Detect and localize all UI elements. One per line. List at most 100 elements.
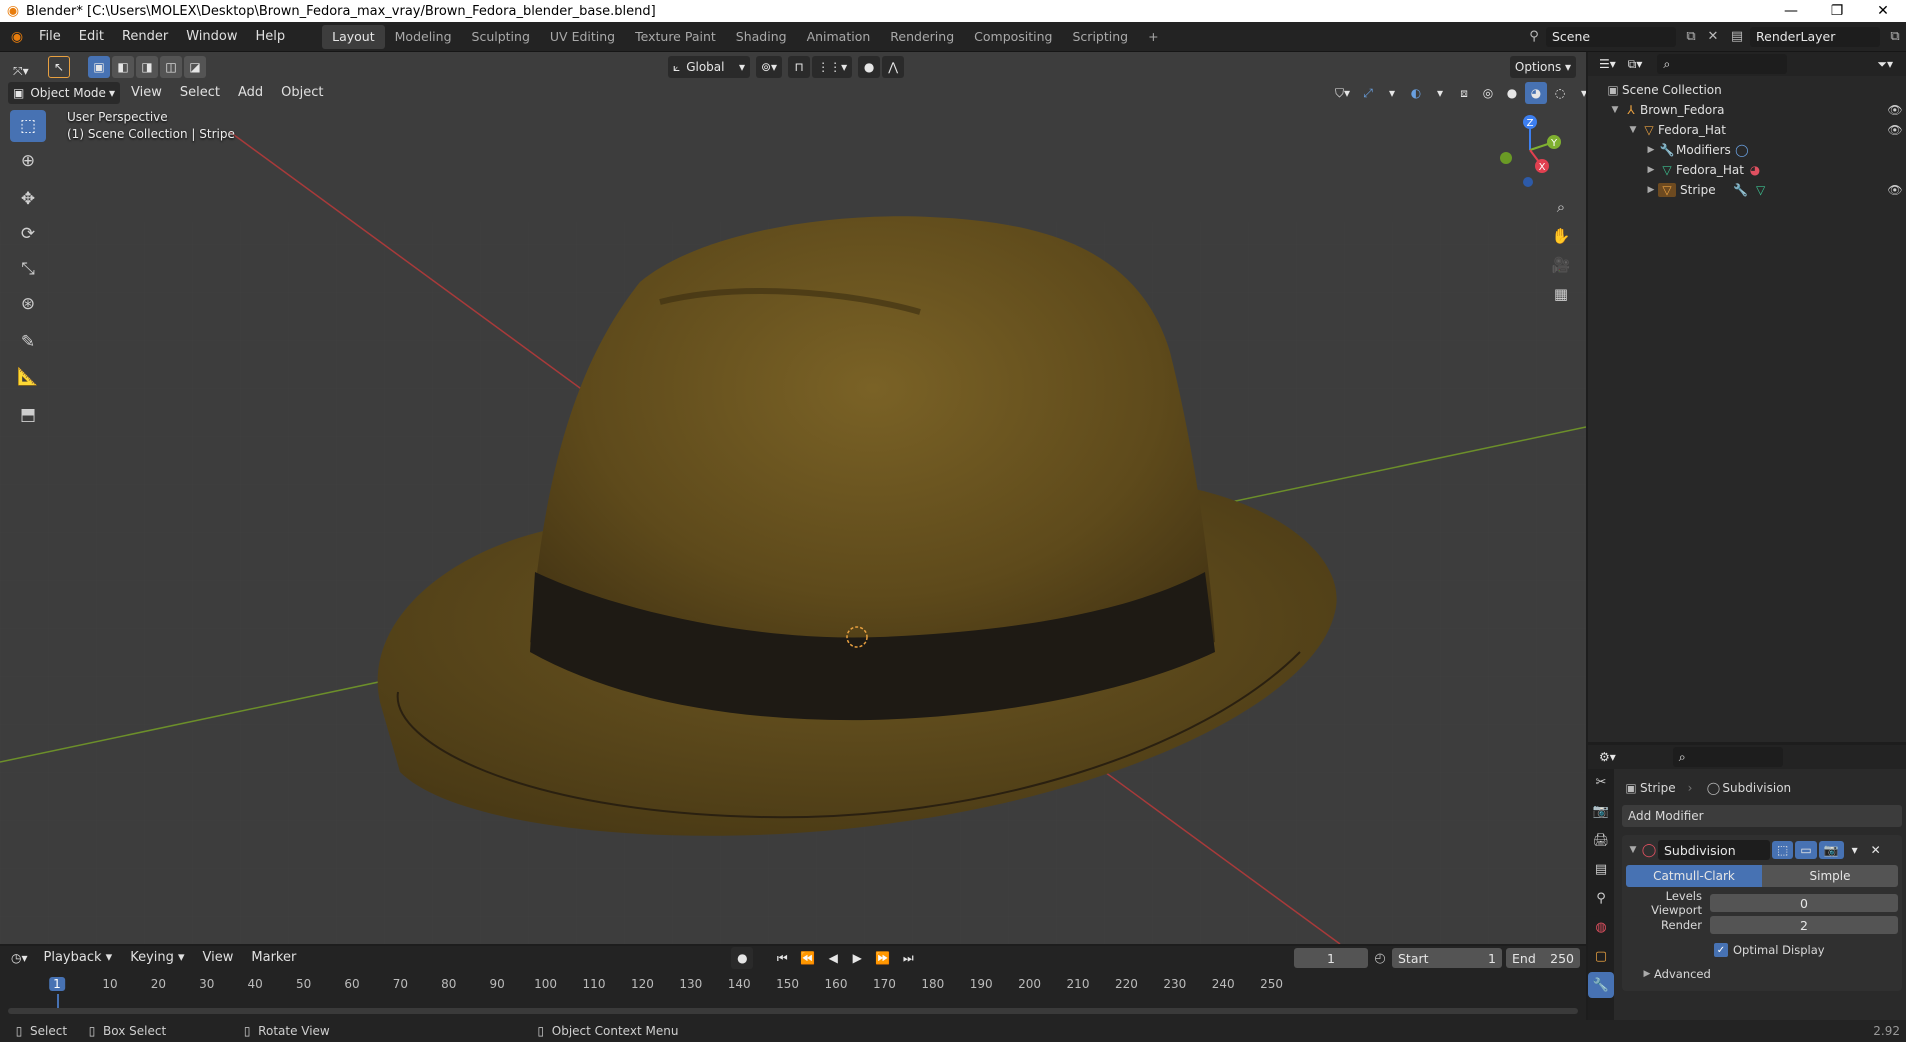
- outliner-row-scene-collection[interactable]: ▣ Scene Collection: [1604, 80, 1906, 100]
- move-tool-icon[interactable]: ✥: [10, 183, 46, 215]
- expand-arrow-icon[interactable]: ▶: [1644, 185, 1658, 195]
- properties-editor-icon[interactable]: ⚙▾: [1594, 746, 1621, 768]
- outliner-row-fedora-hat[interactable]: ▼ ▽ Fedora_Hat 👁: [1604, 120, 1906, 140]
- tab-texture-paint[interactable]: Texture Paint: [625, 25, 726, 49]
- xray-icon[interactable]: ⧈: [1453, 82, 1475, 104]
- outliner-row-brown-fedora[interactable]: ▼ ⅄ Brown_Fedora 👁: [1604, 100, 1906, 120]
- advanced-subpanel[interactable]: ▶ Advanced: [1626, 963, 1898, 985]
- render-layer-icon[interactable]: ▤: [1724, 29, 1750, 44]
- eye-icon[interactable]: 👁: [1884, 103, 1906, 117]
- close-button[interactable]: ✕: [1860, 3, 1906, 19]
- timeline-scrollbar[interactable]: [8, 1008, 1578, 1014]
- collapse-arrow-icon[interactable]: ▼: [1626, 845, 1640, 855]
- menu-help[interactable]: Help: [247, 22, 295, 52]
- expand-arrow-icon[interactable]: ▶: [1644, 165, 1658, 175]
- render-toggle-icon[interactable]: 📷: [1818, 841, 1844, 859]
- camera-view-icon[interactable]: 🎥: [1548, 252, 1574, 278]
- eye-icon[interactable]: 👁: [1884, 183, 1906, 197]
- scene-name-field[interactable]: Scene: [1546, 26, 1676, 47]
- view-layer-tab-icon[interactable]: ▤: [1588, 856, 1614, 882]
- annotate-tool-icon[interactable]: ✎: [10, 326, 46, 358]
- tool-tab-icon[interactable]: ✂: [1588, 769, 1614, 795]
- add-cube-tool-icon[interactable]: ⬒: [10, 399, 46, 431]
- menu-playback[interactable]: Playback ▾: [35, 946, 122, 970]
- expand-arrow-icon[interactable]: ▶: [1644, 145, 1658, 155]
- outliner-row-stripe[interactable]: ▶ ▽ Stripe 🔧 ▽ 👁: [1604, 180, 1906, 200]
- current-frame-field[interactable]: 1: [1294, 948, 1368, 968]
- select-box-tool-icon[interactable]: ⬚: [10, 110, 46, 142]
- remove-modifier-icon[interactable]: ✕: [1866, 841, 1886, 859]
- simple-button[interactable]: Simple: [1762, 865, 1898, 887]
- new-scene-icon[interactable]: ⧉: [1680, 29, 1702, 44]
- editmode-toggle-icon[interactable]: ⬚: [1772, 841, 1794, 859]
- tab-uv-editing[interactable]: UV Editing: [540, 25, 625, 49]
- tab-sculpting[interactable]: Sculpting: [462, 25, 540, 49]
- levels-viewport-field[interactable]: 0: [1710, 894, 1898, 912]
- render-layer-field[interactable]: RenderLayer: [1750, 26, 1880, 47]
- jump-start-icon[interactable]: ⏮: [771, 947, 793, 969]
- scale-tool-icon[interactable]: ⤡: [10, 253, 46, 285]
- modifier-tab-icon[interactable]: 🔧: [1588, 972, 1614, 998]
- eye-icon[interactable]: 👁: [1884, 123, 1906, 137]
- pan-hand-icon[interactable]: ✋: [1548, 223, 1574, 249]
- select-extend-icon[interactable]: ◧: [112, 56, 135, 78]
- display-mode-icon[interactable]: ⧉▾: [1623, 53, 1648, 75]
- minimize-button[interactable]: —: [1768, 3, 1814, 19]
- tab-compositing[interactable]: Compositing: [964, 25, 1062, 49]
- autokey-record-icon[interactable]: ●: [731, 947, 754, 969]
- editor-type-icon[interactable]: ⤧▾: [8, 60, 34, 82]
- stopwatch-icon[interactable]: ◴: [1368, 951, 1392, 966]
- menu-select[interactable]: Select: [171, 82, 229, 104]
- select-new-icon[interactable]: ▣: [88, 56, 111, 78]
- render-levels-field[interactable]: 2: [1710, 916, 1898, 934]
- menu-view[interactable]: View: [122, 82, 171, 104]
- outliner-row-modifiers[interactable]: ▶ 🔧 Modifiers ◯: [1604, 140, 1906, 160]
- optimal-display-checkbox[interactable]: ✓: [1714, 943, 1728, 957]
- select-subtract-icon[interactable]: ◨: [136, 56, 159, 78]
- menu-window[interactable]: Window: [177, 22, 246, 52]
- gizmo-toggle-icon[interactable]: ⤢: [1357, 82, 1379, 104]
- jump-end-icon[interactable]: ⏭: [897, 947, 919, 969]
- outliner-editor-icon[interactable]: ☰▾: [1594, 53, 1621, 75]
- render-tab-icon[interactable]: 📷: [1588, 798, 1614, 824]
- snap-target-icon[interactable]: ⋮⋮▾: [812, 56, 853, 78]
- options-dropdown[interactable]: Options ▾: [1510, 56, 1576, 78]
- tweak-select-icon[interactable]: ↖: [48, 56, 71, 78]
- properties-search-input[interactable]: ⌕: [1672, 747, 1783, 767]
- start-frame-field[interactable]: Start 1: [1392, 948, 1502, 968]
- navigation-gizmo[interactable]: Z Y X: [1490, 110, 1570, 190]
- 3d-viewport[interactable]: ⤧▾ ↖ ▣ ◧ ◨ ◫ ◪ ⟀ Global ▾ ⊚▾ ⊓ ⋮⋮▾ ● ⋀ O…: [0, 52, 1586, 944]
- orientation-dropdown[interactable]: ⟀ Global ▾: [668, 56, 750, 78]
- next-keyframe-icon[interactable]: ⏩: [870, 947, 895, 969]
- scene-icon[interactable]: ⚲: [1522, 29, 1546, 44]
- rotate-tool-icon[interactable]: ⟳: [10, 218, 46, 250]
- modifier-menu-icon[interactable]: ▾: [1846, 841, 1864, 859]
- select-invert-icon[interactable]: ◫: [160, 56, 183, 78]
- material-shading-icon[interactable]: ◕: [1525, 82, 1548, 104]
- world-tab-icon[interactable]: ◍: [1588, 914, 1614, 940]
- tab-modeling[interactable]: Modeling: [385, 25, 462, 49]
- menu-object[interactable]: Object: [272, 82, 332, 104]
- modifier-name-field[interactable]: Subdivision: [1658, 840, 1770, 860]
- filter-icon[interactable]: ⏷▾: [1872, 53, 1898, 75]
- menu-render[interactable]: Render: [113, 22, 177, 52]
- gizmo-dropdown-icon[interactable]: ▾: [1381, 82, 1403, 104]
- measure-tool-icon[interactable]: 📐: [10, 361, 46, 393]
- overlay-dropdown-icon[interactable]: ▾: [1429, 82, 1451, 104]
- outliner-row-fedora-hat-mesh[interactable]: ▶ ▽ Fedora_Hat ◕: [1604, 160, 1906, 180]
- catmull-clark-button[interactable]: Catmull-Clark: [1626, 865, 1762, 887]
- expand-arrow-icon[interactable]: ▼: [1626, 125, 1640, 135]
- select-intersect-icon[interactable]: ◪: [184, 56, 207, 78]
- overlay-toggle-icon[interactable]: ◐: [1405, 82, 1427, 104]
- object-tab-icon[interactable]: ▢: [1588, 943, 1614, 969]
- menu-marker[interactable]: Marker: [242, 946, 305, 970]
- add-modifier-dropdown[interactable]: Add Modifier: [1622, 805, 1902, 827]
- viewport-editor-type[interactable]: ⤧▾: [8, 60, 36, 82]
- scene-tab-icon[interactable]: ⚲: [1588, 885, 1614, 911]
- falloff-icon[interactable]: ⋀: [882, 56, 905, 78]
- menu-keying[interactable]: Keying ▾: [121, 946, 193, 970]
- timeline-editor-icon[interactable]: ◷▾: [6, 947, 33, 969]
- solid-shading-icon[interactable]: ●: [1501, 82, 1523, 104]
- new-layer-icon[interactable]: ⧉: [1884, 29, 1906, 44]
- end-frame-field[interactable]: End 250: [1506, 948, 1580, 968]
